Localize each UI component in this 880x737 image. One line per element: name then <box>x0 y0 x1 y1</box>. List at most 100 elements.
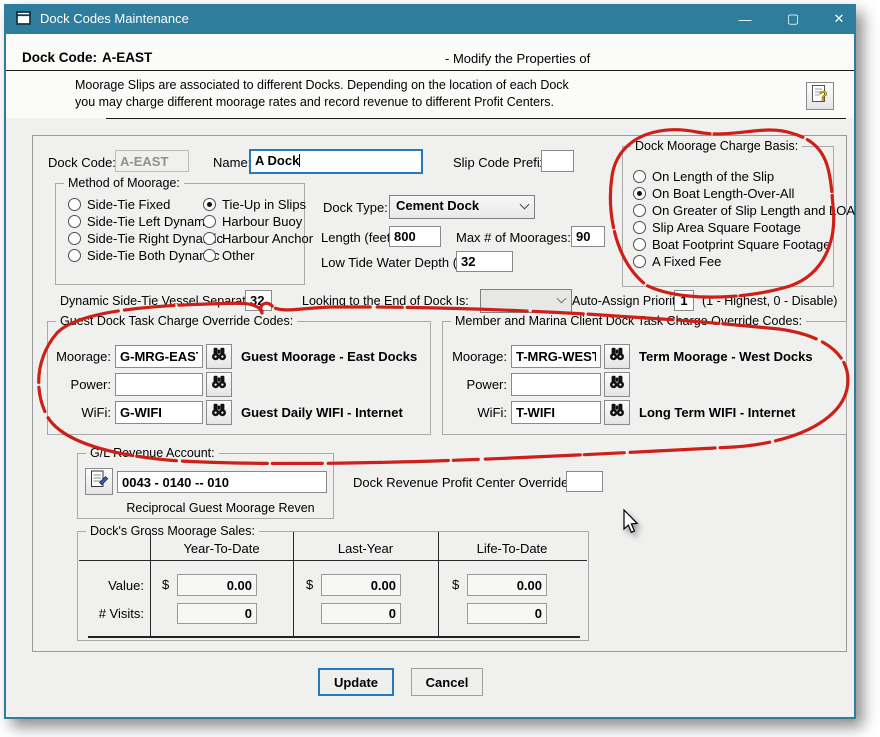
intro-line-1: Moorage Slips are associated to differen… <box>75 78 569 92</box>
radio-side-tie-both-dynamic[interactable]: Side-Tie Both Dynamic <box>68 248 219 263</box>
gl-account-group: G/L Revenue Account: Reciprocal Guest Mo… <box>77 453 334 519</box>
header-divider <box>6 70 854 71</box>
help-button[interactable]: ? <box>806 82 834 110</box>
col-last-year: Last-Year <box>293 541 438 556</box>
priority-hint: (1 - Highest, 0 - Disable) <box>702 294 837 308</box>
visits-ytd-input[interactable] <box>177 603 257 624</box>
title-bar[interactable]: Dock Codes Maintenance — ▢ ✕ <box>6 4 854 34</box>
guest-power-label: Power: <box>53 377 111 392</box>
radio-side-tie-fixed[interactable]: Side-Tie Fixed <box>68 197 170 212</box>
radio-harbour-anchor[interactable]: Harbour Anchor <box>203 231 313 246</box>
low-tide-input[interactable] <box>456 251 513 272</box>
charge-basis-title: Dock Moorage Charge Basis: <box>631 139 802 153</box>
slip-code-prefix-input[interactable] <box>541 150 574 172</box>
radio-fixed-fee[interactable]: A Fixed Fee <box>633 254 721 269</box>
member-moorage-input[interactable] <box>511 345 601 368</box>
value-row-label: Value: <box>86 578 144 593</box>
member-power-lookup-button[interactable] <box>604 372 630 397</box>
radio-icon <box>203 215 216 228</box>
radio-slip-area-sqft[interactable]: Slip Area Square Footage <box>633 220 801 235</box>
guest-wifi-desc: Guest Daily WIFI - Internet <box>241 405 403 420</box>
binoculars-icon <box>609 403 625 422</box>
gl-account-title: G/L Revenue Account: <box>86 446 219 460</box>
name-input[interactable]: A Dock <box>249 149 423 174</box>
intro-line-2: you may charge different moorage rates a… <box>75 95 554 109</box>
radio-icon <box>633 221 646 234</box>
binoculars-icon <box>211 347 227 366</box>
radio-boat-footprint-sqft[interactable]: Boat Footprint Square Footage <box>633 237 831 252</box>
maximize-button[interactable]: ▢ <box>776 4 810 34</box>
update-button[interactable]: Update <box>318 668 394 696</box>
value-lifetime-input[interactable] <box>467 574 547 596</box>
length-input[interactable] <box>389 226 441 247</box>
radio-side-tie-left-dynamic[interactable]: Side-Tie Left Dynamic <box>68 214 214 229</box>
visits-row-label: # Visits: <box>86 606 144 621</box>
radio-icon <box>633 255 646 268</box>
radio-on-boat-loa[interactable]: On Boat Length-Over-All <box>633 186 794 201</box>
radio-icon <box>68 215 81 228</box>
priority-label: Auto-Assign Priority: <box>572 294 685 308</box>
slip-code-prefix-label: Slip Code Prefix: <box>453 155 550 170</box>
member-wifi-label: WiFi: <box>449 405 507 420</box>
visits-lifetime-input[interactable] <box>467 603 547 624</box>
guest-power-lookup-button[interactable] <box>206 372 232 397</box>
radio-icon <box>68 249 81 262</box>
member-power-input[interactable] <box>511 373 601 396</box>
dialog-window: Dock Codes Maintenance — ▢ ✕ Dock Code: … <box>4 4 856 719</box>
guest-moorage-label: Moorage: <box>53 349 111 364</box>
radio-tie-up-in-slips[interactable]: Tie-Up in Slips <box>203 197 306 212</box>
guest-moorage-lookup-button[interactable] <box>206 344 232 369</box>
member-moorage-lookup-button[interactable] <box>604 344 630 369</box>
separation-input[interactable] <box>245 290 272 311</box>
priority-input[interactable] <box>674 290 694 311</box>
cancel-button[interactable]: Cancel <box>411 668 483 696</box>
radio-other[interactable]: Other <box>203 248 255 263</box>
radio-harbour-buoy[interactable]: Harbour Buoy <box>203 214 302 229</box>
binoculars-icon <box>609 375 625 394</box>
radio-icon <box>203 232 216 245</box>
method-of-moorage-title: Method of Moorage: <box>64 176 184 190</box>
col-life-to-date: Life-To-Date <box>438 541 586 556</box>
minimize-button[interactable]: — <box>728 4 762 34</box>
profit-override-input[interactable] <box>566 471 603 492</box>
notepad-pen-icon <box>89 469 109 494</box>
header-modify-text: - Modify the Properties of <box>445 51 590 66</box>
member-wifi-lookup-button[interactable] <box>604 400 630 425</box>
method-of-moorage-group: Method of Moorage: Side-Tie Fixed Side-T… <box>55 183 305 285</box>
app-window-icon <box>16 11 32 31</box>
text-caret <box>299 154 300 167</box>
max-moorages-input[interactable] <box>571 226 605 247</box>
member-wifi-input[interactable] <box>511 401 601 424</box>
radio-greater-slip-loa[interactable]: On Greater of Slip Length and LOA <box>633 203 855 218</box>
gl-account-picker-button[interactable] <box>85 468 113 495</box>
dock-type-dropdown[interactable]: Cement Dock <box>389 195 535 219</box>
dock-code-field[interactable] <box>115 150 189 172</box>
chevron-down-icon <box>520 200 530 210</box>
binoculars-icon <box>211 403 227 422</box>
guest-power-input[interactable] <box>115 373 203 396</box>
radio-on-length-of-slip[interactable]: On Length of the Slip <box>633 169 774 184</box>
binoculars-icon <box>609 347 625 366</box>
visits-lastyear-input[interactable] <box>321 603 401 624</box>
guest-wifi-lookup-button[interactable] <box>206 400 232 425</box>
looking-end-label: Looking to the End of Dock Is: <box>302 294 469 308</box>
looking-end-dropdown[interactable] <box>480 289 572 313</box>
table-header-divider <box>79 560 587 561</box>
radio-side-tie-right-dynamic[interactable]: Side-Tie Right Dynamic <box>68 231 223 246</box>
close-button[interactable]: ✕ <box>822 4 856 34</box>
value-lastyear-input[interactable] <box>321 574 401 596</box>
radio-selected-icon <box>633 187 646 200</box>
radio-icon <box>633 170 646 183</box>
gl-account-input[interactable] <box>117 471 327 493</box>
gross-sales-title: Dock's Gross Moorage Sales: <box>86 524 259 538</box>
header-dock-code-value: A-EAST <box>102 50 152 65</box>
name-label: Name: <box>213 155 251 170</box>
guest-wifi-input[interactable] <box>115 401 203 424</box>
value-ytd-input[interactable] <box>177 574 257 596</box>
guest-wifi-label: WiFi: <box>53 405 111 420</box>
help-doc-icon: ? <box>810 84 830 109</box>
radio-icon <box>633 238 646 251</box>
dock-code-label: Dock Code: <box>48 155 116 170</box>
guest-moorage-input[interactable] <box>115 345 203 368</box>
radio-icon <box>633 204 646 217</box>
